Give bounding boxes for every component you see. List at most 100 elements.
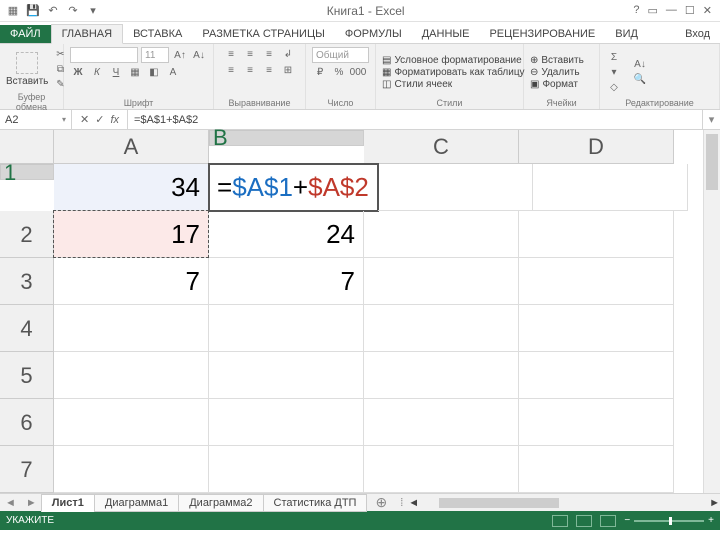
row-header-3[interactable]: 3 — [0, 258, 54, 305]
name-box-dropdown-icon[interactable]: ▾ — [62, 115, 66, 124]
cell-d7[interactable] — [519, 446, 674, 493]
view-pagebreak-icon[interactable] — [600, 515, 616, 527]
decrease-font-icon[interactable]: A↓ — [191, 48, 207, 62]
cell-d5[interactable] — [519, 352, 674, 399]
cell-b7[interactable] — [209, 446, 364, 493]
cell-b6[interactable] — [209, 399, 364, 446]
close-icon[interactable]: ✕ — [703, 4, 712, 17]
enter-formula-icon[interactable]: ✓ — [95, 113, 104, 126]
merge-icon[interactable]: ⊞ — [280, 63, 296, 77]
horizontal-scrollbar[interactable]: ◄ ► — [408, 494, 720, 511]
tab-insert[interactable]: ВСТАВКА — [123, 25, 192, 43]
col-header-d[interactable]: D — [519, 130, 674, 164]
cell-d6[interactable] — [519, 399, 674, 446]
format-cells-button[interactable]: ▣Формат — [530, 79, 584, 90]
row-header-4[interactable]: 4 — [0, 305, 54, 352]
cell-b2[interactable]: 24 — [209, 211, 364, 258]
align-left-icon[interactable]: ≡ — [223, 63, 239, 77]
sort-filter-icon[interactable]: A↓ — [632, 58, 648, 72]
cell-a3[interactable]: 7 — [54, 258, 209, 305]
currency-icon[interactable]: ₽ — [312, 65, 328, 79]
cell-c3[interactable] — [364, 258, 519, 305]
tab-split-handle[interactable]: ⁞ — [395, 497, 408, 509]
cell-a2[interactable]: 17 — [54, 211, 209, 258]
col-header-a[interactable]: A — [54, 130, 209, 164]
cell-a7[interactable] — [54, 446, 209, 493]
fx-button[interactable]: fx — [110, 114, 119, 126]
col-header-c[interactable]: C — [364, 130, 519, 164]
align-center-icon[interactable]: ≡ — [242, 63, 258, 77]
col-header-b[interactable]: B — [209, 130, 364, 146]
save-icon[interactable]: 💾 — [26, 4, 40, 18]
hscroll-left-icon[interactable]: ◄ — [408, 497, 419, 509]
row-header-6[interactable]: 6 — [0, 399, 54, 446]
tab-file[interactable]: ФАЙЛ — [0, 25, 51, 43]
cell-c2[interactable] — [364, 211, 519, 258]
formula-expand-icon[interactable]: ▾ — [702, 110, 720, 129]
sheet-nav-prev-icon[interactable]: ◄ — [0, 497, 21, 509]
cell-c5[interactable] — [364, 352, 519, 399]
cell-d3[interactable] — [519, 258, 674, 305]
zoom-slider[interactable]: − + — [624, 515, 714, 526]
cell-styles-button[interactable]: ◫Стили ячеек — [382, 79, 525, 90]
cell-b3[interactable]: 7 — [209, 258, 364, 305]
font-name-select[interactable] — [70, 47, 138, 63]
tab-pagelayout[interactable]: РАЗМЕТКА СТРАНИЦЫ — [192, 25, 334, 43]
align-bot-icon[interactable]: ≡ — [261, 47, 277, 61]
sheet-tab-2[interactable]: Диаграмма1 — [94, 494, 179, 512]
tab-review[interactable]: РЕЦЕНЗИРОВАНИЕ — [479, 25, 605, 43]
add-sheet-icon[interactable]: ⊕ — [367, 494, 395, 511]
align-right-icon[interactable]: ≡ — [261, 63, 277, 77]
wrap-icon[interactable]: ↲ — [280, 47, 296, 61]
sheet-tab-3[interactable]: Диаграмма2 — [178, 494, 263, 512]
undo-icon[interactable]: ↶ — [46, 4, 60, 18]
sheet-tab-4[interactable]: Статистика ДТП — [263, 494, 368, 512]
ribbon-options-icon[interactable]: ▭ — [648, 4, 658, 17]
cancel-formula-icon[interactable]: ✕ — [80, 113, 89, 126]
name-box[interactable]: A2 ▾ — [0, 110, 72, 129]
insert-cells-button[interactable]: ⊕Вставить — [530, 55, 584, 66]
cell-b4[interactable] — [209, 305, 364, 352]
border-icon[interactable]: ▦ — [127, 65, 143, 79]
tab-formulas[interactable]: ФОРМУЛЫ — [335, 25, 412, 43]
cell-a4[interactable] — [54, 305, 209, 352]
cell-b5[interactable] — [209, 352, 364, 399]
cell-a5[interactable] — [54, 352, 209, 399]
cell-a6[interactable] — [54, 399, 209, 446]
align-mid-icon[interactable]: ≡ — [242, 47, 258, 61]
delete-cells-button[interactable]: ⊖Удалить — [530, 67, 584, 78]
vscroll-thumb[interactable] — [706, 134, 718, 190]
tab-data[interactable]: ДАННЫЕ — [412, 25, 480, 43]
format-as-table-button[interactable]: ▦Форматировать как таблицу — [382, 67, 525, 78]
zoom-thumb[interactable] — [669, 517, 672, 525]
cell-d2[interactable] — [519, 211, 674, 258]
cell-d1[interactable] — [533, 164, 688, 211]
cell-c4[interactable] — [364, 305, 519, 352]
percent-icon[interactable]: % — [331, 65, 347, 79]
cell-d4[interactable] — [519, 305, 674, 352]
cell-c7[interactable] — [364, 446, 519, 493]
row-header-2[interactable]: 2 — [0, 211, 54, 258]
minimize-icon[interactable]: — — [666, 4, 677, 17]
comma-icon[interactable]: 000 — [350, 65, 366, 79]
cell-b1[interactable]: =$A$1+$A$2 — [209, 164, 378, 211]
bold-icon[interactable]: Ж — [70, 65, 86, 79]
font-size-select[interactable]: 11 — [141, 47, 169, 63]
cell-a1[interactable]: 34 — [54, 164, 209, 211]
paste-button[interactable]: Вставить — [6, 52, 48, 87]
find-icon[interactable]: 🔍 — [632, 73, 648, 87]
italic-icon[interactable]: К — [89, 65, 105, 79]
fill-icon[interactable]: ▾ — [606, 65, 622, 79]
fill-color-icon[interactable]: ◧ — [146, 65, 162, 79]
sheet-tab-1[interactable]: Лист1 — [41, 494, 95, 512]
cell-c1[interactable] — [378, 164, 533, 211]
hscroll-thumb[interactable] — [439, 498, 559, 508]
maximize-icon[interactable]: ☐ — [685, 4, 695, 17]
tab-view[interactable]: ВИД — [605, 25, 648, 43]
autosum-icon[interactable]: Σ — [606, 50, 622, 64]
increase-font-icon[interactable]: A↑ — [172, 48, 188, 62]
number-format-select[interactable]: Общий — [312, 47, 369, 63]
qat-dropdown-icon[interactable]: ▾ — [86, 4, 100, 18]
conditional-format-button[interactable]: ▤Условное форматирование — [382, 55, 525, 66]
view-pagelayout-icon[interactable] — [576, 515, 592, 527]
